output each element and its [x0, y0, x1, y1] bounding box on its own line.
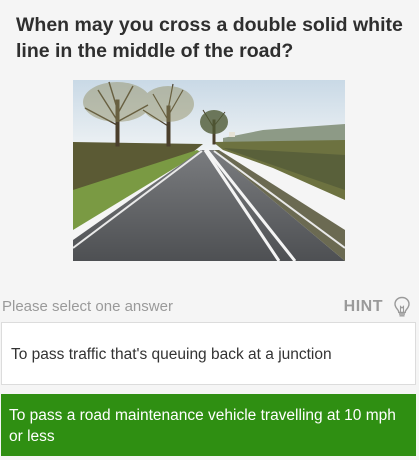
question-text: When may you cross a double solid white …	[16, 14, 403, 62]
answer-option-text: To pass a road maintenance vehicle trave…	[9, 407, 396, 445]
hint-button[interactable]: HINT	[344, 296, 411, 318]
answer-option-1[interactable]: To pass traffic that's queuing back at a…	[1, 322, 416, 385]
select-answer-prompt: Please select one answer	[2, 298, 173, 315]
answer-option-text: To pass traffic that's queuing back at a…	[11, 346, 332, 363]
answer-prompt-row: Please select one answer HINT	[0, 296, 419, 318]
road-photo	[73, 80, 345, 261]
lightbulb-icon	[394, 296, 410, 317]
hint-label: HINT	[343, 298, 383, 315]
answer-option-2-selected[interactable]: To pass a road maintenance vehicle trave…	[1, 394, 416, 456]
